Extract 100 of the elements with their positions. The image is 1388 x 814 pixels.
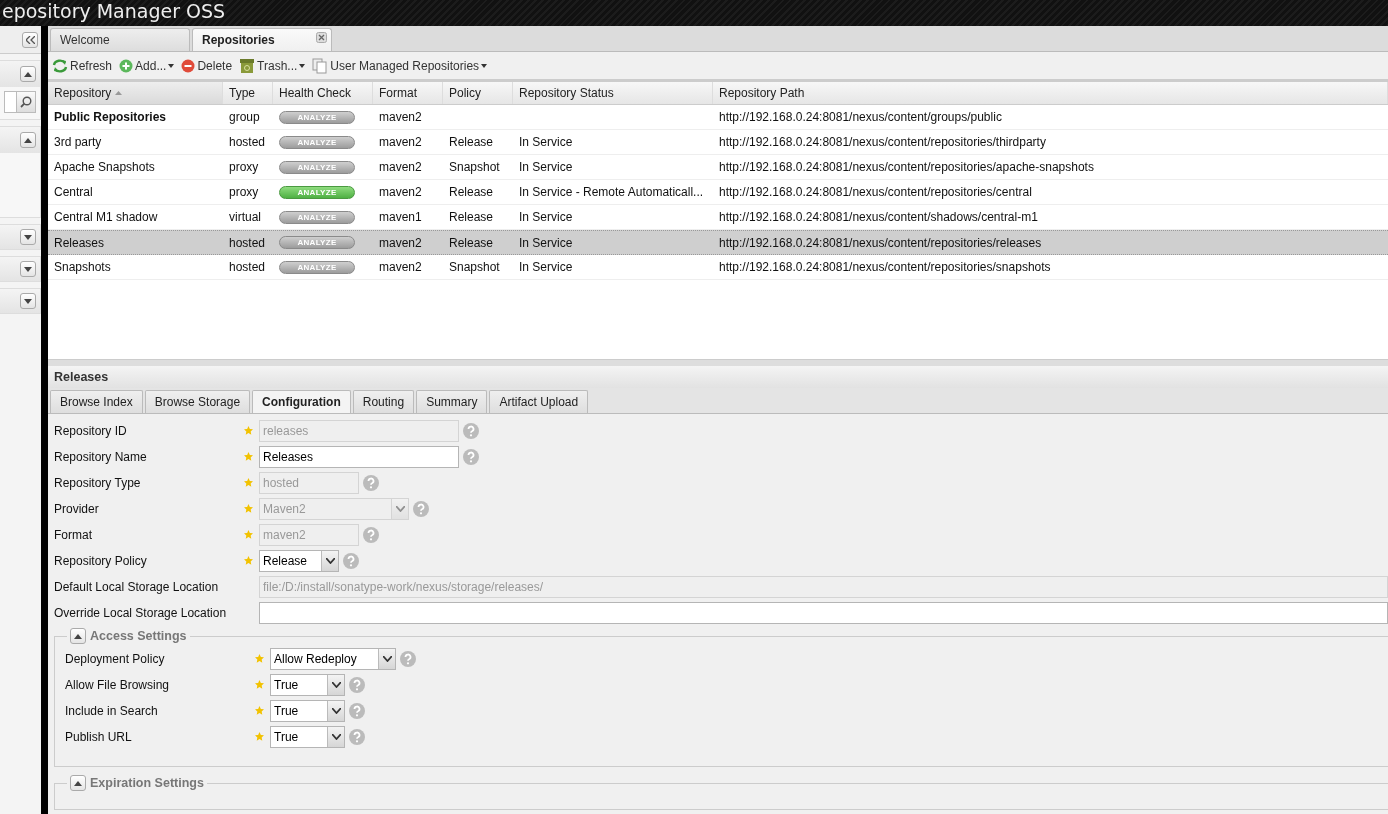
table-cell: Central M1 shadow: [54, 210, 158, 224]
column-header[interactable]: Repository Path: [713, 82, 1388, 104]
help-icon[interactable]: [349, 677, 365, 693]
field-label: Deployment Policy: [65, 652, 166, 666]
collapse-arrow-icon: [24, 137, 32, 143]
caret-icon: [331, 682, 341, 688]
panel-toggle-button[interactable]: [20, 261, 36, 277]
table-cell: Release: [449, 135, 494, 149]
panel-title: Releases: [54, 370, 109, 384]
table-cell: In Service: [519, 135, 573, 149]
table-cell: group: [229, 110, 260, 124]
column-header[interactable]: Repository Status: [513, 82, 713, 104]
double-chevron-icon: [25, 35, 35, 44]
toolbar-button[interactable]: Trash...: [239, 58, 306, 73]
caret-icon: [325, 558, 335, 564]
table-cell: maven2: [379, 110, 422, 124]
column-header[interactable]: Format: [373, 82, 443, 104]
panel-toggle-button[interactable]: [20, 66, 36, 82]
tab[interactable]: Welcome: [50, 28, 190, 51]
tab[interactable]: Browse Index: [50, 390, 143, 413]
table-cell: 3rd party: [54, 135, 102, 149]
toolbar-button[interactable]: Refresh: [52, 58, 113, 73]
table-cell: Apache Snapshots: [54, 160, 155, 174]
help-icon[interactable]: [463, 449, 479, 465]
table-cell: virtual: [229, 210, 261, 224]
refresh-icon: [52, 58, 68, 73]
search-field[interactable]: [4, 91, 16, 113]
table-cell: Release: [449, 235, 494, 250]
table-cell: hosted: [229, 235, 266, 250]
table-cell: http://192.168.0.24:8081/nexus/content/repositories/central: [719, 185, 1032, 199]
section-toggle-button[interactable]: [70, 628, 86, 644]
toolbar-button[interactable]: User Managed Repositories: [312, 57, 488, 74]
caret-icon: [395, 506, 405, 512]
table-row[interactable]: Apache Snapshots proxy ANALYZE maven2 Snapshot In Service http://192.168.0.24:8081/nexus/content/repositories/apache-snapshots: [48, 155, 1388, 180]
tab[interactable]: Configuration: [252, 390, 351, 413]
caret-icon: [299, 63, 306, 68]
collapse-button[interactable]: [22, 31, 38, 48]
help-icon[interactable]: [349, 703, 365, 719]
minus-circle-icon: [181, 58, 196, 73]
app-title: epository Manager OSS: [2, 0, 226, 22]
field-label: Default Local Storage Location: [54, 580, 220, 594]
tab[interactable]: Browse Storage: [144, 390, 251, 413]
column-header[interactable]: Policy: [443, 82, 513, 104]
caret-icon: [168, 63, 175, 68]
table-row[interactable]: Releases hosted ANALYZE maven2 Release In Service http://192.168.0.24:8081/nexus/content/repositories/releases: [48, 230, 1388, 255]
collapse-arrow-icon: [74, 633, 82, 639]
table-cell: maven2: [379, 160, 422, 174]
table-cell: Release: [449, 185, 494, 199]
table-row[interactable]: Snapshots hosted ANALYZE maven2 Snapshot In Service http://192.168.0.24:8081/nexus/content/repositories/snapshots: [48, 255, 1388, 280]
tab[interactable]: Routing: [352, 390, 415, 413]
collapse-arrow-icon: [24, 71, 32, 77]
panel-toggle-button[interactable]: [20, 229, 36, 245]
select-field[interactable]: True: [270, 700, 345, 722]
select-field[interactable]: Release: [259, 550, 339, 572]
field-label: Repository Policy: [54, 554, 148, 568]
field-label: Repository ID: [54, 424, 128, 438]
table-cell: http://192.168.0.24:8081/nexus/content/repositories/apache-snapshots: [719, 160, 1094, 174]
table-cell: Public Repositories: [54, 110, 167, 124]
table-cell: proxy: [229, 160, 259, 174]
tab[interactable]: Summary: [416, 390, 488, 413]
help-icon[interactable]: [400, 651, 416, 667]
toolbar-button[interactable]: Delete: [181, 58, 233, 73]
sort-up-icon: [115, 91, 123, 95]
table-cell: http://192.168.0.24:8081/nexus/content/shadows/central-m1: [719, 210, 1038, 224]
column-header[interactable]: Type: [223, 82, 273, 104]
section-legend: Access Settings: [90, 629, 187, 643]
table-cell: In Service: [519, 235, 573, 250]
tab[interactable]: Artifact Upload: [489, 390, 589, 413]
column-header[interactable]: Health Check: [273, 82, 373, 104]
caret-icon: [481, 63, 488, 68]
field-label: Repository Name: [54, 450, 148, 464]
toolbar-button[interactable]: Add...: [119, 58, 175, 73]
help-icon[interactable]: [343, 553, 359, 569]
input-field[interactable]: Releases: [259, 446, 459, 468]
column-header[interactable]: Repository: [48, 82, 223, 104]
field-label: Repository Type: [54, 476, 142, 490]
table-row[interactable]: Public Repositories group ANALYZE maven2 http://192.168.0.24:8081/nexus/content/groups/public: [48, 105, 1388, 130]
panel-toggle-button[interactable]: [20, 132, 36, 148]
section-toggle-button[interactable]: [70, 775, 86, 791]
table-cell: In Service: [519, 160, 573, 174]
table-row[interactable]: 3rd party hosted ANALYZE maven2 Release In Service http://192.168.0.24:8081/nexus/content/repositories/thirdparty: [48, 130, 1388, 155]
caret-icon: [331, 734, 341, 740]
select-field[interactable]: True: [270, 674, 345, 696]
field-label: Provider: [54, 502, 100, 516]
tab[interactable]: Repositories: [192, 28, 332, 51]
table-cell: Snapshot: [449, 160, 500, 174]
input-field[interactable]: [259, 602, 1388, 624]
panel-toggle-button[interactable]: [20, 293, 36, 309]
help-icon[interactable]: [349, 729, 365, 745]
select-field[interactable]: Allow Redeploy: [270, 648, 396, 670]
search-button[interactable]: [16, 91, 36, 113]
close-icon[interactable]: [316, 32, 327, 43]
table-row[interactable]: Central proxy ANALYZE maven2 Release In Service - Remote Automaticall... http://192.168.0.24:8081/nexus/content/repositories/central: [48, 180, 1388, 205]
field-label: Publish URL: [65, 730, 133, 744]
table-cell: http://192.168.0.24:8081/nexus/content/groups/public: [719, 110, 1002, 124]
caret-icon: [331, 708, 341, 714]
table-cell: hosted: [229, 260, 266, 274]
table-cell: http://192.168.0.24:8081/nexus/content/repositories/releases: [719, 235, 1042, 250]
expand-arrow-icon: [24, 266, 32, 272]
select-field[interactable]: True: [270, 726, 345, 748]
